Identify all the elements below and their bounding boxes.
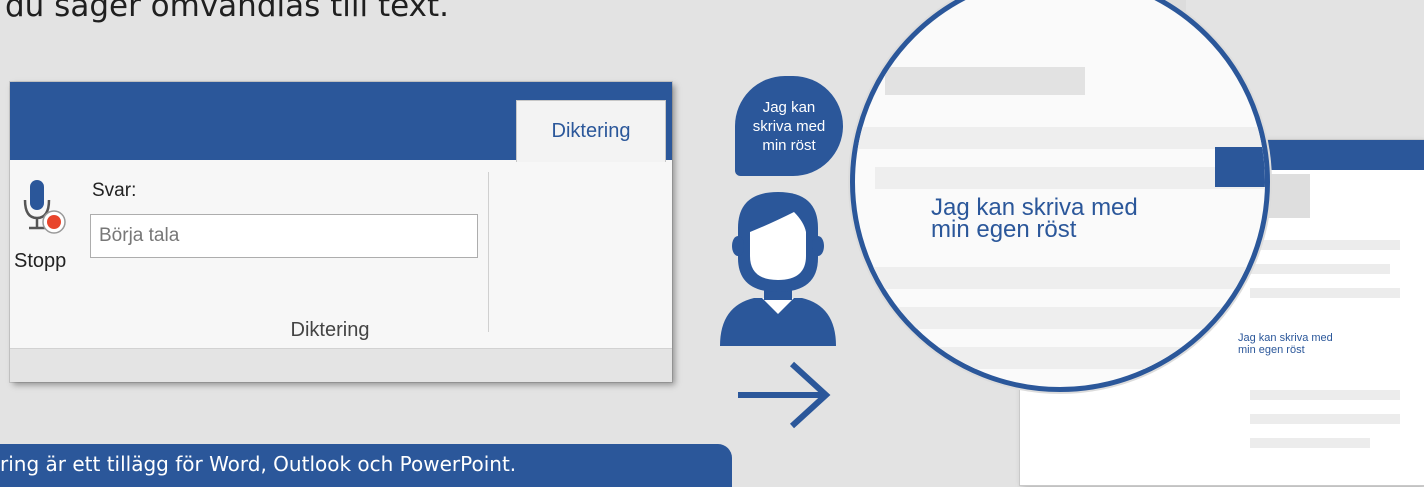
ribbon-footer [10,348,672,382]
document-dictated-line: Jag kan skriva med [1238,332,1333,344]
speech-bubble-line: Jag kan [762,98,816,116]
document-text-line [1250,264,1390,274]
user-icon [720,192,836,346]
magnified-dictated-line: min egen röst [931,216,1077,243]
lens-content-line [855,127,1265,149]
lens-title-bar [1215,147,1265,187]
speech-bubble: Jag kan skriva med min röst [735,76,843,176]
magnified-dictated-text: Jag kan skriva med min egen röst [931,196,1138,243]
lens-content-line [855,307,1265,329]
tab-dictation[interactable]: Diktering [516,100,666,162]
speech-text-field[interactable] [90,214,478,258]
ribbon-group-label: Diktering [290,319,370,341]
speech-bubble-line: skriva med [752,117,826,135]
lens-content-line [875,167,1265,189]
stop-button-label: Stopp [14,250,67,272]
lens-content-block [885,67,1085,95]
lens-content-line [855,267,1265,289]
document-text-line [1250,438,1370,448]
document-text-line [1250,240,1400,250]
speech-bubble-line: min röst [762,136,816,154]
info-banner-text: ring är ett tillägg för Word, Outlook oc… [0,452,517,476]
microphone-record-icon [23,180,66,234]
response-label: Svar: [92,180,137,201]
lens-content-line [855,347,1265,369]
document-text-line [1250,414,1400,424]
group-divider [488,172,489,332]
document-text-line [1250,288,1400,298]
dictation-ribbon: Diktering Stopp Svar: Diktering [10,82,672,382]
document-text-line [1250,390,1400,400]
arrow-right-icon [738,361,831,429]
heading-text: du säger omvandlas till text. [5,0,450,24]
